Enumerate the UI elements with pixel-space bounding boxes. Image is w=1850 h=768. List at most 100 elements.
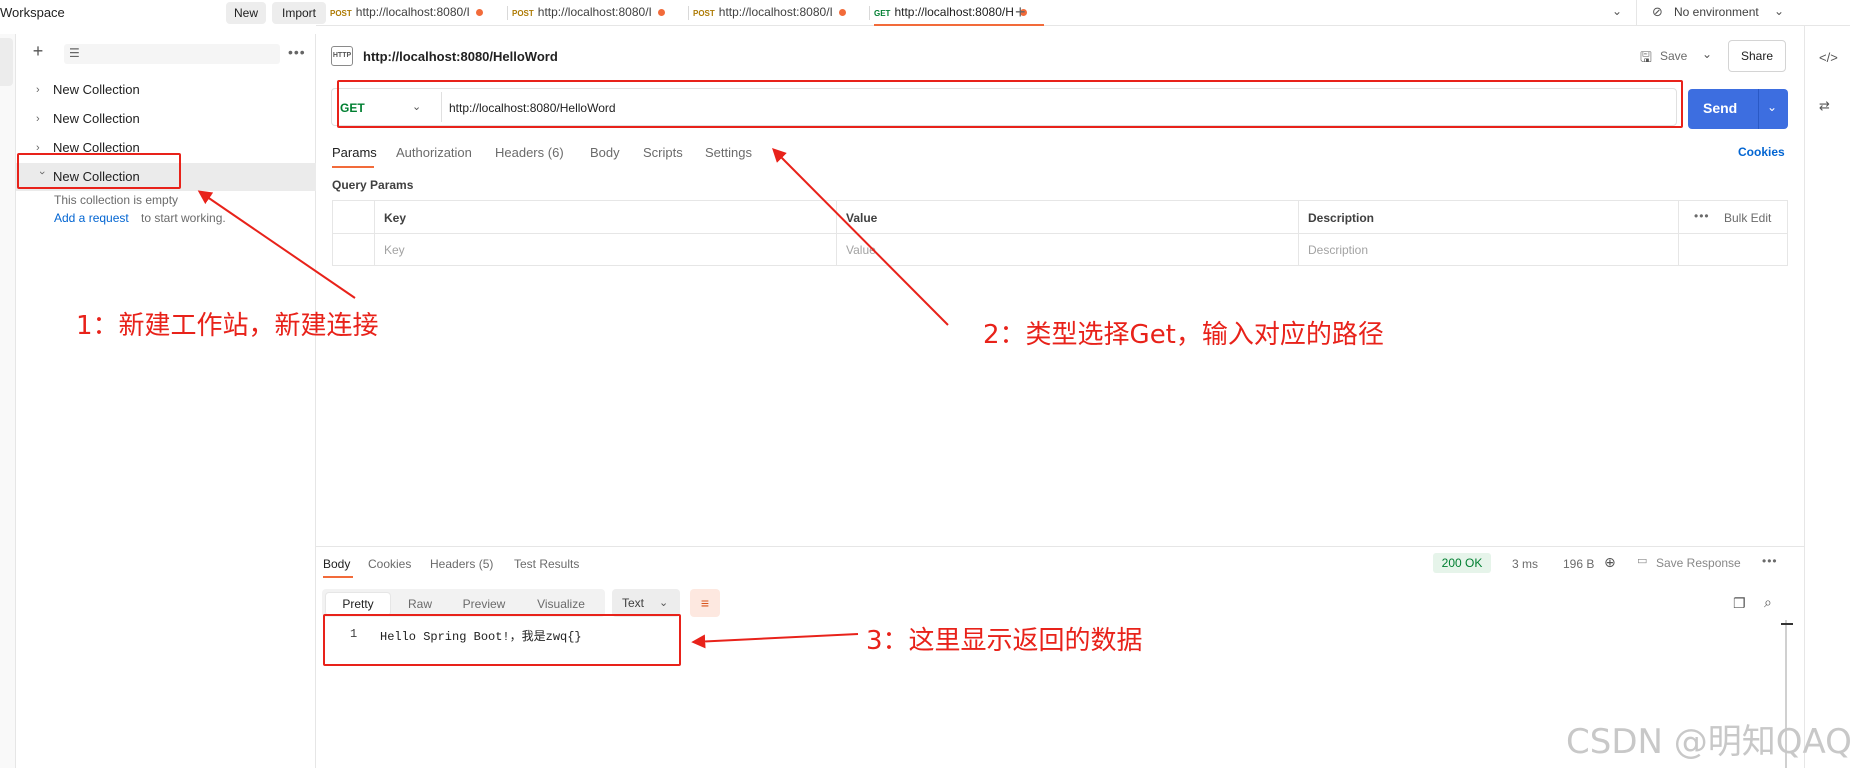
resp-tab-body[interactable]: Body bbox=[323, 557, 350, 571]
environment-selector[interactable]: No environment bbox=[1674, 5, 1759, 19]
response-size[interactable]: 196 B bbox=[1563, 557, 1594, 571]
filter-input[interactable]: ☰ bbox=[64, 44, 280, 64]
collection-item[interactable]: › New Collection bbox=[16, 105, 316, 133]
scrollbar-thumb[interactable] bbox=[1781, 623, 1793, 625]
wrap-lines-icon[interactable]: ≡ bbox=[690, 589, 720, 617]
tab-url: http://localhost:8080/I bbox=[537, 5, 652, 19]
tab-method: POST bbox=[693, 9, 715, 18]
unsaved-dot-icon bbox=[475, 9, 483, 17]
more-options-icon[interactable]: ••• bbox=[1762, 554, 1778, 568]
arrow-3 bbox=[691, 633, 859, 649]
workspace-title: Workspace bbox=[0, 5, 65, 20]
bulk-edit-button[interactable]: Bulk Edit bbox=[1724, 211, 1771, 225]
related-icon[interactable]: ⇄ bbox=[1819, 98, 1830, 114]
request-tab[interactable]: POST http://localhost:8080/I bbox=[512, 0, 684, 26]
view-pretty[interactable]: Pretty bbox=[326, 593, 390, 615]
save-chevron-down-icon[interactable]: ⌄ bbox=[1702, 47, 1712, 61]
tab-method: POST bbox=[330, 9, 352, 18]
unsaved-dot-icon bbox=[657, 9, 665, 17]
empty-collection-text: This collection is empty bbox=[54, 193, 179, 207]
resp-tab-headers[interactable]: Headers (5) bbox=[430, 557, 493, 571]
tab-scripts[interactable]: Scripts bbox=[643, 145, 683, 160]
table-col-divider bbox=[836, 200, 837, 266]
save-button[interactable]: Save bbox=[1660, 49, 1687, 63]
tab-separator bbox=[507, 6, 508, 20]
tab-url: http://localhost:8080/I bbox=[355, 5, 470, 19]
code-icon[interactable]: </> bbox=[1819, 50, 1838, 65]
env-chevron-down-icon[interactable]: ⌄ bbox=[1774, 4, 1784, 18]
annotation-box-collection bbox=[17, 153, 181, 189]
annotation-box-response bbox=[323, 614, 681, 666]
tabs-chevron-down-icon[interactable]: ⌄ bbox=[1612, 4, 1622, 18]
plus-icon[interactable]: + bbox=[30, 42, 46, 60]
tab-params[interactable]: Params bbox=[332, 145, 377, 160]
col-header-key: Key bbox=[384, 211, 407, 225]
tab-headers[interactable]: Headers (6) bbox=[495, 145, 564, 160]
collection-item[interactable]: › New Collection bbox=[16, 76, 316, 104]
headers-count: (6) bbox=[547, 145, 564, 160]
env-separator bbox=[1636, 0, 1637, 26]
send-label: Send bbox=[1703, 100, 1738, 116]
save-response-button[interactable]: Save Response bbox=[1656, 556, 1741, 570]
add-request-link[interactable]: Add a request bbox=[54, 211, 129, 225]
view-visualize[interactable]: Visualize bbox=[522, 593, 600, 615]
col-header-description: Description bbox=[1308, 211, 1375, 225]
search-icon[interactable]: ⌕ bbox=[1764, 594, 1772, 611]
add-request-tail: to start working. bbox=[141, 211, 226, 225]
collection-name: New Collection bbox=[53, 111, 140, 126]
send-separator bbox=[1758, 89, 1759, 129]
tab-settings[interactable]: Settings bbox=[705, 145, 752, 160]
save-icon[interactable]: 🖫 bbox=[1640, 47, 1652, 71]
filter-icon: ☰ bbox=[69, 46, 80, 60]
view-preview[interactable]: Preview bbox=[452, 593, 516, 615]
tab-headers-label: Headers bbox=[495, 145, 545, 160]
query-params-title: Query Params bbox=[332, 178, 414, 192]
description-input[interactable]: Description bbox=[1308, 243, 1368, 257]
view-raw[interactable]: Raw bbox=[394, 593, 446, 615]
request-title[interactable]: http://localhost:8080/HelloWord bbox=[363, 49, 558, 64]
share-button[interactable]: Share bbox=[1728, 40, 1786, 72]
tab-method: POST bbox=[512, 9, 534, 18]
annotation-box-url bbox=[337, 80, 1683, 128]
rail-collections-button[interactable] bbox=[0, 38, 13, 86]
resp-tab-cookies[interactable]: Cookies bbox=[368, 557, 411, 571]
save-response-icon: ▭ bbox=[1637, 555, 1648, 567]
table-col-divider bbox=[1678, 200, 1679, 266]
table-row-divider bbox=[332, 233, 1788, 234]
key-input[interactable]: Key bbox=[384, 243, 405, 257]
more-options-icon[interactable]: ••• bbox=[1694, 209, 1710, 223]
copy-icon[interactable]: ❐ bbox=[1733, 595, 1746, 612]
send-chevron-down-icon[interactable]: ⌄ bbox=[1767, 100, 1777, 114]
status-badge[interactable]: 200 OK bbox=[1433, 553, 1491, 573]
unsaved-dot-icon bbox=[838, 9, 846, 17]
resp-tab-test-results[interactable]: Test Results bbox=[514, 557, 579, 571]
chevron-right-icon: › bbox=[36, 84, 40, 96]
globe-icon[interactable]: ⊕ bbox=[1604, 554, 1616, 571]
annotation-note-3: 3：这里显示返回的数据 bbox=[866, 626, 1143, 656]
format-select[interactable]: Text bbox=[612, 589, 680, 617]
resp-headers-count: (5) bbox=[478, 557, 494, 571]
request-tab[interactable]: POST http://localhost:8080/I bbox=[330, 0, 502, 26]
value-input[interactable]: Value bbox=[846, 243, 876, 257]
annotation-note-2: 2：类型选择Get，输入对应的路径 bbox=[983, 320, 1384, 350]
http-icon: HTTP bbox=[331, 46, 353, 66]
format-chevron-down-icon[interactable]: ⌄ bbox=[659, 596, 668, 609]
table-col-divider bbox=[374, 200, 375, 266]
request-tab[interactable]: POST http://localhost:8080/I bbox=[693, 0, 865, 26]
cookies-link[interactable]: Cookies bbox=[1738, 145, 1785, 159]
more-options-icon[interactable]: ••• bbox=[288, 44, 306, 60]
resp-headers-label: Headers bbox=[430, 557, 476, 571]
annotation-note-1: 1：新建工作站，新建连接 bbox=[76, 311, 379, 341]
active-tab-indicator bbox=[323, 576, 353, 578]
tab-url: http://localhost:8080/I bbox=[718, 5, 833, 19]
tab-separator bbox=[688, 6, 689, 20]
tab-body[interactable]: Body bbox=[590, 145, 620, 160]
tab-method: GET bbox=[874, 9, 891, 18]
new-tab-plus-icon[interactable]: + bbox=[1015, 2, 1026, 22]
active-tab-indicator bbox=[332, 166, 374, 168]
response-time[interactable]: 3 ms bbox=[1512, 557, 1538, 571]
tab-authorization[interactable]: Authorization bbox=[396, 145, 472, 160]
no-environment-icon: ⊘ bbox=[1652, 4, 1663, 19]
tab-url: http://localhost:8080/H bbox=[894, 5, 1014, 19]
new-button[interactable]: New bbox=[226, 2, 266, 24]
